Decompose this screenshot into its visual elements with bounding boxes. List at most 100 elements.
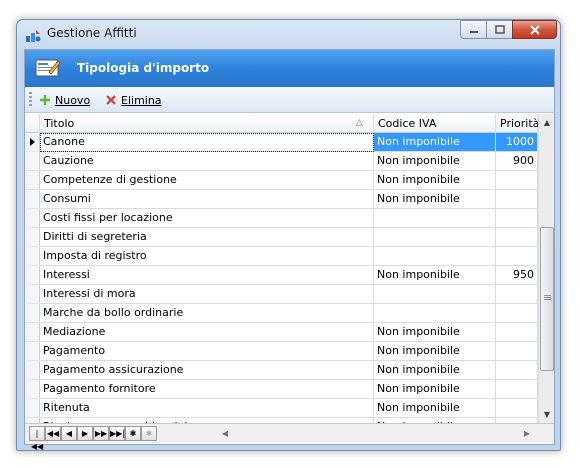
cell-title[interactable]: Consumi (40, 190, 374, 209)
scroll-down-button[interactable]: ▼ (539, 406, 555, 423)
table-row[interactable]: Interessi di mora (25, 285, 538, 304)
next-page-button[interactable]: ▶▶ (93, 426, 109, 441)
table-row[interactable]: Competenze di gestione Non imponibile (25, 171, 538, 190)
row-indicator[interactable] (25, 399, 40, 418)
toolbar-grip[interactable] (29, 92, 32, 108)
row-indicator[interactable] (25, 228, 40, 247)
cell-priority[interactable] (496, 190, 538, 209)
cell-vat-code[interactable] (374, 304, 496, 323)
cell-priority[interactable] (496, 285, 538, 304)
cell-priority[interactable] (496, 228, 538, 247)
cell-vat-code[interactable] (374, 228, 496, 247)
previous-record-button[interactable]: ◀ (61, 426, 77, 441)
cell-vat-code[interactable] (374, 285, 496, 304)
vertical-scrollbar[interactable]: ▲ ▼ (538, 114, 554, 423)
table-row[interactable]: Pagamento Non imponibile (25, 342, 538, 361)
scroll-left-button[interactable]: ◀ (217, 426, 233, 442)
row-indicator[interactable] (25, 323, 40, 342)
cell-priority[interactable] (496, 361, 538, 380)
maximize-button[interactable] (486, 20, 513, 39)
cell-title[interactable]: Ritenuta (40, 399, 374, 418)
cell-title[interactable]: Marche da bollo ordinarie (40, 304, 374, 323)
cell-title[interactable]: Cauzione (40, 152, 374, 171)
cell-priority[interactable] (496, 323, 538, 342)
cell-vat-code[interactable]: Non imponibile (374, 190, 496, 209)
cell-vat-code[interactable]: Non imponibile (374, 152, 496, 171)
cell-title[interactable]: Imposta di registro (40, 247, 374, 266)
column-header-priority[interactable]: Priorità (496, 114, 539, 133)
cell-title[interactable]: Pagamento (40, 342, 374, 361)
row-indicator[interactable] (25, 247, 40, 266)
cell-title[interactable]: Diritti di segreteria (40, 228, 374, 247)
row-indicator[interactable] (25, 171, 40, 190)
table-row[interactable]: Interessi Non imponibile 950 (25, 266, 538, 285)
table-row[interactable]: Diritti di segreteria (25, 228, 538, 247)
table-row[interactable]: Pagamento fornitore Non imponibile (25, 380, 538, 399)
cell-priority[interactable]: 950 (496, 266, 538, 285)
delete-button[interactable]: Elimina (105, 90, 162, 110)
row-indicator[interactable] (25, 266, 40, 285)
previous-page-button[interactable]: ◀◀ (45, 426, 61, 441)
cell-vat-code[interactable]: Non imponibile (374, 266, 496, 285)
table-row[interactable]: Mediazione Non imponibile (25, 323, 538, 342)
cell-priority[interactable] (496, 247, 538, 266)
cell-priority[interactable]: 900 (496, 152, 538, 171)
cell-vat-code[interactable]: Non imponibile (374, 380, 496, 399)
table-row[interactable]: Marche da bollo ordinarie (25, 304, 538, 323)
table-row[interactable]: Pagamento assicurazione Non imponibile (25, 361, 538, 380)
cell-priority[interactable] (496, 399, 538, 418)
table-row[interactable]: Ritenuta Non imponibile (25, 399, 538, 418)
row-indicator[interactable] (25, 152, 40, 171)
table-row[interactable]: Consumi Non imponibile (25, 190, 538, 209)
cell-vat-code[interactable]: Non imponibile (374, 171, 496, 190)
row-indicator[interactable] (25, 342, 40, 361)
cell-vat-code[interactable]: Non imponibile (374, 133, 496, 152)
table-row[interactable]: Costi fissi per locazione (25, 209, 538, 228)
cell-title[interactable]: Competenze di gestione (40, 171, 374, 190)
cell-priority[interactable] (496, 171, 538, 190)
cell-vat-code[interactable]: Non imponibile (374, 342, 496, 361)
table-row[interactable]: Canone Non imponibile 1000 (25, 133, 538, 152)
row-indicator[interactable] (25, 380, 40, 399)
scroll-thumb[interactable] (540, 227, 554, 371)
row-indicator[interactable] (25, 190, 40, 209)
table-row[interactable]: Cauzione Non imponibile 900 (25, 152, 538, 171)
cell-vat-code[interactable] (374, 209, 496, 228)
cell-title[interactable]: Canone (40, 133, 374, 152)
new-record-button[interactable]: ✱ (125, 426, 141, 441)
cell-priority[interactable] (496, 304, 538, 323)
cell-priority[interactable] (496, 342, 538, 361)
last-page-button[interactable]: ▶▶| (109, 426, 125, 441)
table-row[interactable]: Imposta di registro (25, 247, 538, 266)
scroll-right-button[interactable]: ▶ (519, 426, 535, 442)
new-button[interactable]: Nuovo (39, 90, 90, 110)
cell-vat-code[interactable]: Non imponibile (374, 323, 496, 342)
cell-priority[interactable] (496, 209, 538, 228)
cell-title[interactable]: Interessi (40, 266, 374, 285)
cell-title[interactable]: Pagamento fornitore (40, 380, 374, 399)
delete-record-button[interactable]: ✱ (141, 426, 157, 441)
cell-vat-code[interactable]: Non imponibile (374, 361, 496, 380)
cell-title[interactable]: Mediazione (40, 323, 374, 342)
cell-title[interactable]: Pagamento assicurazione (40, 361, 374, 380)
cell-title[interactable]: Costi fissi per locazione (40, 209, 374, 228)
horizontal-scrollbar[interactable]: ◀ ▶ (167, 426, 537, 442)
close-button[interactable] (512, 20, 557, 39)
row-indicator[interactable] (25, 133, 40, 152)
column-header-title[interactable]: Titolo (40, 114, 374, 133)
row-indicator[interactable] (25, 361, 40, 380)
column-header-vat-code[interactable]: Codice IVA predefinito (374, 114, 496, 149)
first-page-button[interactable]: |◀◀ (29, 426, 45, 450)
cell-vat-code[interactable] (374, 247, 496, 266)
row-indicator[interactable] (25, 285, 40, 304)
next-record-button[interactable]: ▶ (77, 426, 93, 441)
cell-vat-code[interactable]: Non imponibile (374, 399, 496, 418)
scroll-up-button[interactable]: ▲ (539, 114, 555, 131)
cell-title[interactable]: Interessi di mora (40, 285, 374, 304)
row-indicator[interactable] (25, 209, 40, 228)
title-bar[interactable]: Gestione Affitti (17, 20, 560, 48)
row-indicator[interactable] (25, 304, 40, 323)
cell-priority[interactable] (496, 380, 538, 399)
minimize-button[interactable] (460, 20, 487, 39)
cell-priority[interactable]: 1000 (496, 133, 538, 152)
